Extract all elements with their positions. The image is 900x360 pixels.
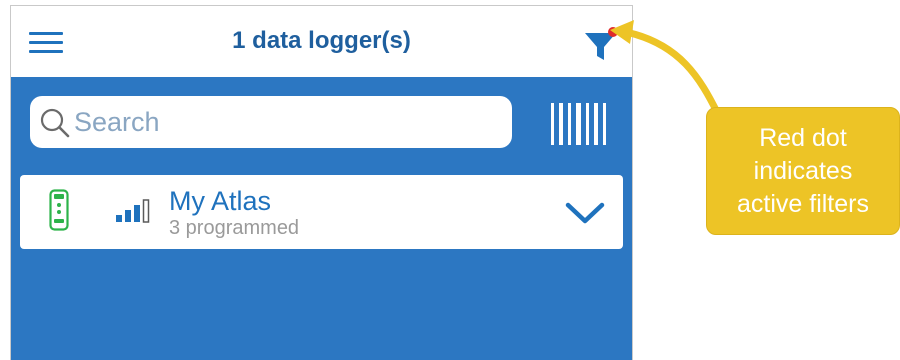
list-item[interactable]: My Atlas 3 programmed [20, 175, 623, 249]
magnifier-icon [40, 108, 70, 138]
signal-strength-icon [116, 199, 150, 223]
logger-status: 3 programmed [169, 217, 300, 239]
search-input[interactable]: Search [30, 96, 512, 148]
search-placeholder: Search [74, 107, 160, 137]
logger-name: My Atlas [169, 186, 272, 216]
callout-line-2: indicates [753, 157, 853, 185]
callout-line-1: Red dot [759, 124, 847, 152]
chevron-down-icon[interactable] [564, 199, 606, 227]
data-logger-device-icon [49, 189, 69, 231]
annotation-callout: Red dot indicates active filters [706, 107, 900, 235]
page-title: 1 data logger(s) [232, 27, 411, 54]
top-app-bar: 1 data logger(s) [11, 6, 632, 77]
app-frame: 1 data logger(s) Search My Atlas 3 progr… [10, 5, 633, 360]
callout-line-3: active filters [737, 190, 869, 218]
